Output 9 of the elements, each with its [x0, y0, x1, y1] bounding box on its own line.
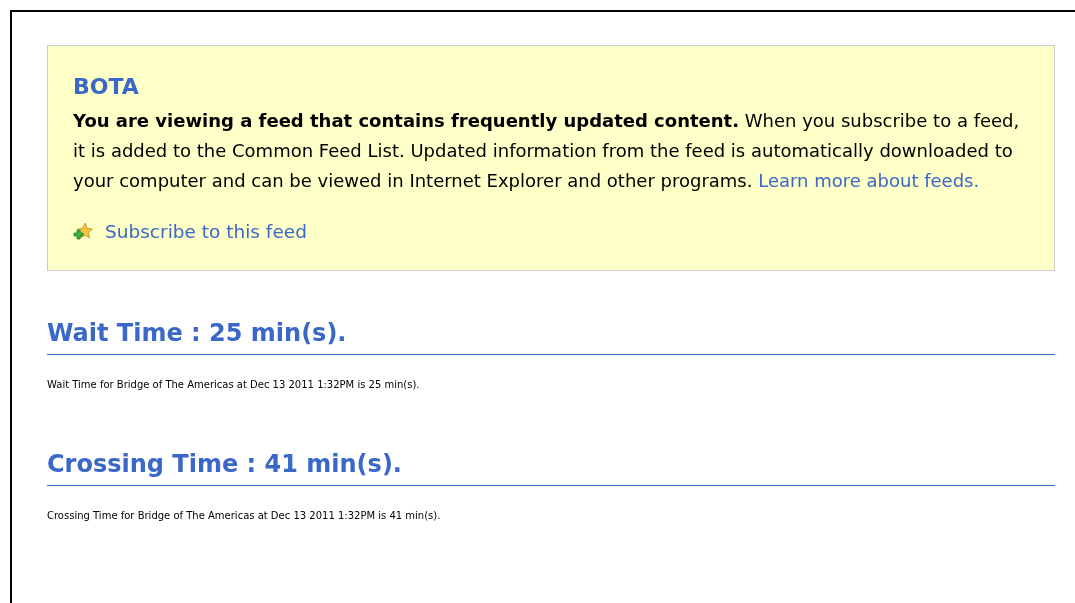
feed-title: BOTA — [73, 74, 140, 101]
subscribe-link[interactable]: Subscribe to this feed — [105, 218, 307, 247]
learn-more-link[interactable]: Learn more about feeds. — [758, 170, 980, 192]
entry-heading: Wait Time : 25 min(s). — [47, 319, 1055, 355]
entry-description: Wait Time for Bridge of The Americas at Dec 13 2011 1:32PM is 25 min(s). — [47, 377, 421, 392]
feed-message: You are viewing a feed that contains frequently updated content. When you subscribe to a feed, it is added to the Common Feed List. Updated information from the feed is automatically downloaded to your computer and can be viewed in Internet Explorer and other programs. Learn more about feeds. — [73, 109, 1021, 194]
star-plus-icon — [73, 222, 93, 243]
entry-description: Crossing Time for Bridge of The Americas at Dec 13 2011 1:32PM is 41 min(s). — [47, 508, 442, 523]
entry-heading: Crossing Time : 41 min(s). — [47, 449, 1055, 486]
